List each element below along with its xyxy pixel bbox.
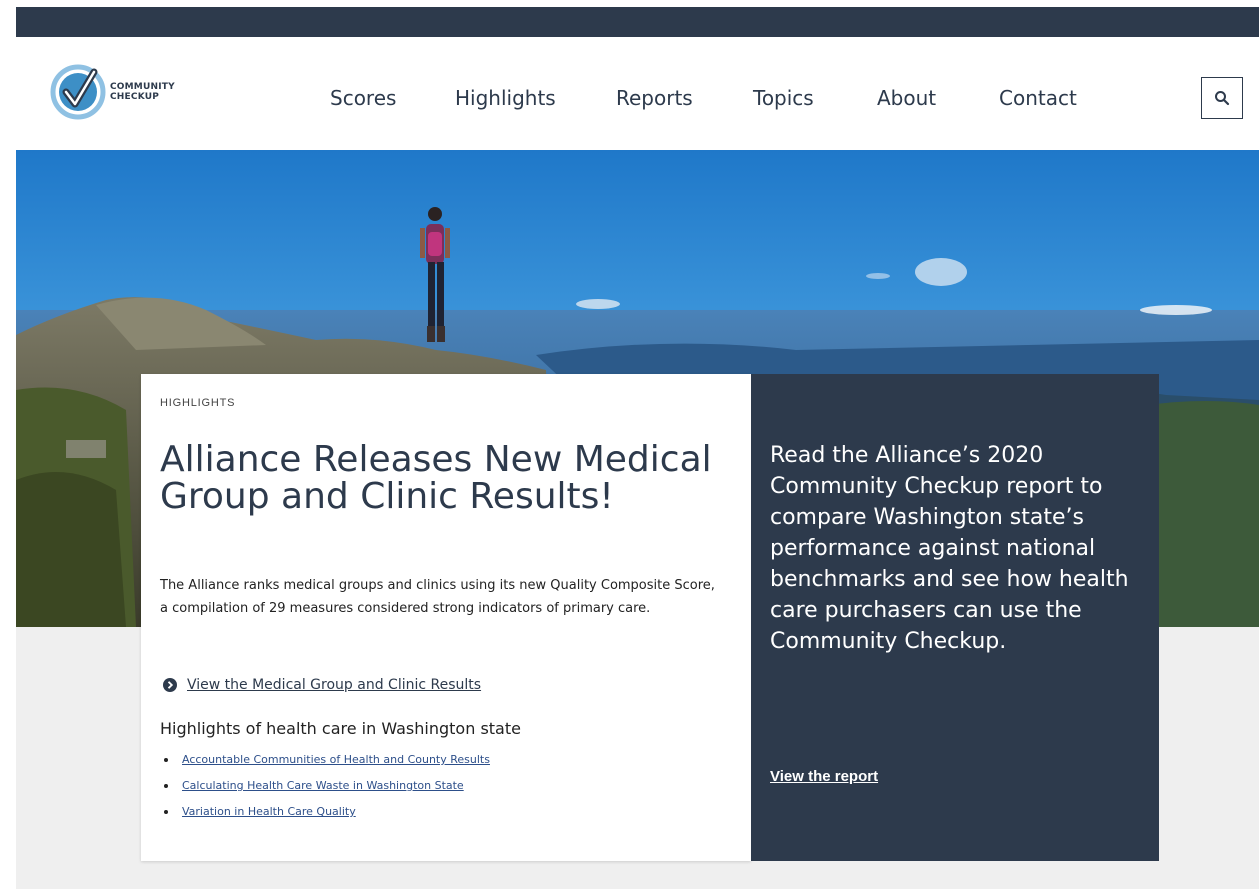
view-report-link[interactable]: View the report — [770, 768, 878, 785]
nav-scores[interactable]: Scores — [330, 86, 396, 110]
link-variation-quality[interactable]: Variation in Health Care Quality — [182, 805, 356, 818]
link-accountable-communities[interactable]: Accountable Communities of Health and Co… — [182, 753, 490, 766]
highlights-subheading: Highlights of health care in Washington … — [160, 719, 521, 738]
highlights-link-list: Accountable Communities of Health and Co… — [160, 750, 490, 828]
nav-topics[interactable]: Topics — [753, 86, 814, 110]
circle-chevron-right-icon — [163, 678, 177, 692]
nav-about[interactable]: About — [877, 86, 936, 110]
report-promo-text: Read the Alliance’s 2020 Community Check… — [770, 443, 1129, 654]
view-results-link-label: View the Medical Group and Clinic Result… — [187, 677, 482, 693]
nav-contact[interactable]: Contact — [999, 86, 1077, 110]
search-button[interactable] — [1201, 77, 1243, 119]
view-results-link[interactable]: View the Medical Group and Clinic Result… — [163, 677, 481, 693]
card-kicker: HIGHLIGHTS — [160, 397, 236, 409]
logo-line-2: CHECKUP — [110, 92, 160, 102]
checkmark-logo-icon — [50, 64, 106, 120]
search-icon — [1215, 91, 1230, 106]
card-headline: Alliance Releases New Medical Group and … — [160, 439, 712, 517]
top-bar — [16, 7, 1259, 37]
link-health-care-waste[interactable]: Calculating Health Care Waste in Washing… — [182, 779, 464, 792]
nav-highlights[interactable]: Highlights — [455, 86, 556, 110]
logo-wordmark: COMMUNITY CHECKUP — [110, 82, 175, 102]
site-logo[interactable]: COMMUNITY CHECKUP — [50, 64, 210, 122]
list-item: Accountable Communities of Health and Co… — [160, 750, 490, 776]
logo-line-1: COMMUNITY — [110, 82, 175, 92]
list-item: Calculating Health Care Waste in Washing… — [160, 776, 490, 802]
card-body: The Alliance ranks medical groups and cl… — [160, 578, 715, 616]
nav-reports[interactable]: Reports — [616, 86, 693, 110]
list-item: Variation in Health Care Quality — [160, 802, 490, 828]
